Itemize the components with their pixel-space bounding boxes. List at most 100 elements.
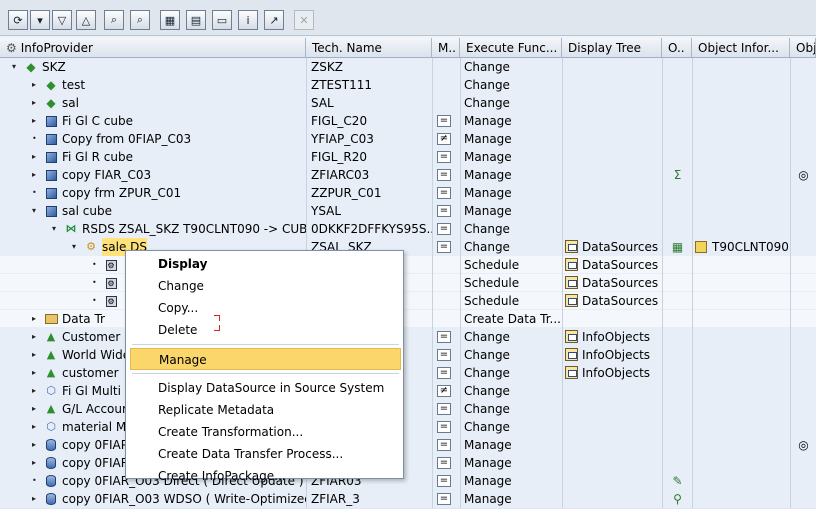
row-execute-function[interactable]: Manage <box>460 454 562 472</box>
layout-button[interactable]: ▤ <box>186 10 206 30</box>
collapse-arrow-icon[interactable]: ▸ <box>32 328 42 346</box>
collapse-arrow-icon[interactable]: ▸ <box>32 76 42 94</box>
row-execute-function[interactable]: Change <box>460 94 562 112</box>
tree-row[interactable]: ▸ ◆ sal SAL Change <box>0 94 816 112</box>
row-name[interactable]: material Mu <box>62 418 134 436</box>
row-name[interactable]: Customer n <box>62 328 132 346</box>
row-execute-function[interactable]: Manage <box>460 436 562 454</box>
menu-item-delete[interactable]: Delete <box>130 319 401 341</box>
tree-row[interactable]: ▸ ▲ World Wide = Change InfoObjects <box>0 346 816 364</box>
row-display-tree[interactable]: DataSources <box>562 256 662 274</box>
settings-button[interactable]: ▦ <box>160 10 180 30</box>
tree-row[interactable]: •⚙...GE...ScheduleDataSources <box>0 274 816 292</box>
expand-arrow-icon[interactable]: ▾ <box>52 220 62 238</box>
row-name[interactable]: Data Tr <box>62 310 105 328</box>
menu-item-create-transformation[interactable]: Create Transformation... <box>130 421 401 443</box>
jump-button[interactable]: ↗ <box>264 10 284 30</box>
collapse-arrow-icon[interactable]: ▸ <box>32 310 42 328</box>
row-name[interactable]: copy 0FIAP <box>62 436 128 454</box>
collapse-arrow-icon[interactable]: ▸ <box>32 382 42 400</box>
tree-row[interactable]: • Copy from 0FIAP_C03 YFIAP_C03 ≠ Manage <box>0 130 816 148</box>
row-name[interactable]: Fi Gl R cube <box>62 148 133 166</box>
row-display-tree[interactable]: InfoObjects <box>562 346 662 364</box>
row-name[interactable]: copy FIAR_C03 <box>62 166 151 184</box>
row-execute-function[interactable]: Change <box>460 418 562 436</box>
row-name[interactable]: copy 0FIAR_O03 WDSO ( Write-Optimized <box>62 490 306 508</box>
row-obj-icon[interactable]: ◎ <box>790 166 816 184</box>
tree-row[interactable]: ▸ ▲ G/L Accour = Change <box>0 400 816 418</box>
close-button[interactable]: ✕ <box>294 10 314 30</box>
row-name[interactable]: Fi Gl Multi p <box>62 382 132 400</box>
row-execute-function[interactable]: Manage <box>460 472 562 490</box>
row-execute-function[interactable]: Change <box>460 346 562 364</box>
tree-row[interactable]: •⚙...4J...ScheduleDataSources <box>0 256 816 274</box>
collapse-arrow-icon[interactable]: ▸ <box>32 148 42 166</box>
column-o[interactable]: O.. <box>662 38 692 58</box>
row-name[interactable]: Fi Gl C cube <box>62 112 133 130</box>
tree-row[interactable]: ▸ copy 0FIAR = Manage <box>0 454 816 472</box>
row-display-tree[interactable]: DataSources <box>562 274 662 292</box>
row-name[interactable]: test <box>62 76 85 94</box>
row-execute-function[interactable]: Change <box>460 58 562 76</box>
row-execute-function[interactable]: Create Data Tr... <box>460 310 562 328</box>
filter-button[interactable]: ▾ <box>30 10 50 30</box>
info-button[interactable]: i <box>238 10 258 30</box>
row-name[interactable]: copy 0FIAR <box>62 454 129 472</box>
row-execute-function[interactable]: Manage <box>460 130 562 148</box>
tree-row[interactable]: ▸ copy 0FIAR_O03 WDSO ( Write-Optimized ZF… <box>0 490 816 508</box>
column-execute-function[interactable]: Execute Func... <box>460 38 562 58</box>
row-execute-function[interactable]: Change <box>460 328 562 346</box>
tree-row[interactable]: ▸ ⬡ Fi Gl Multi p ≠ Change <box>0 382 816 400</box>
menu-item-manage[interactable]: Manage <box>130 348 401 370</box>
row-obj-icon[interactable]: ◎ <box>790 436 816 454</box>
row-execute-function[interactable]: Change <box>460 76 562 94</box>
row-name[interactable]: copy frm ZPUR_C01 <box>62 184 181 202</box>
tree-row[interactable]: ▸ copy 0FIAP = Manage ◎ <box>0 436 816 454</box>
tree-row[interactable]: ▸ Fi Gl R cube FIGL_R20 = Manage <box>0 148 816 166</box>
tree-row[interactable]: ▸ ▲ customer = Change InfoObjects <box>0 364 816 382</box>
collapse-arrow-icon[interactable]: ▸ <box>32 454 42 472</box>
row-name[interactable]: sal cube <box>62 202 112 220</box>
row-execute-function[interactable]: Manage <box>460 148 562 166</box>
collapse-arrow-icon[interactable]: ▸ <box>32 490 42 508</box>
row-execute-function[interactable]: Manage <box>460 184 562 202</box>
tree-row[interactable]: ▾ sal cube YSAL = Manage <box>0 202 816 220</box>
menu-item-change[interactable]: Change <box>130 275 401 297</box>
row-name[interactable]: Copy from 0FIAP_C03 <box>62 130 191 148</box>
expand-arrow-icon[interactable]: ▾ <box>32 202 42 220</box>
collapse-arrow-icon[interactable]: ▸ <box>32 418 42 436</box>
collapse-arrow-icon[interactable]: ▸ <box>32 364 42 382</box>
collapse-arrow-icon[interactable]: ▸ <box>32 400 42 418</box>
row-execute-function[interactable]: Manage <box>460 112 562 130</box>
tree-row[interactable]: • copy frm ZPUR_C01 ZZPUR_C01 = Manage <box>0 184 816 202</box>
tree-row[interactable]: ▾ ⚙ sale DS ZSAL_SKZ = Change DataSources ▦ T90C… <box>0 238 816 256</box>
tree-row[interactable]: •⚙...28...ScheduleDataSources <box>0 292 816 310</box>
tree-row[interactable]: ▾ ⋈ RSDS ZSAL_SKZ T90CLNT090 -> CUBE 0DKKF2… <box>0 220 816 238</box>
row-display-tree[interactable]: InfoObjects <box>562 364 662 382</box>
refresh-button[interactable]: ⟳ <box>8 10 28 30</box>
row-execute-function[interactable]: Schedule <box>460 292 562 310</box>
menu-item-create-infopackage[interactable]: Create InfoPackage... <box>130 465 401 487</box>
row-o-icon[interactable]: ▦ <box>662 238 692 256</box>
row-execute-function[interactable]: Change <box>460 382 562 400</box>
collapse-arrow-icon[interactable]: ▸ <box>32 436 42 454</box>
column-display-tree[interactable]: Display Tree <box>562 38 662 58</box>
collapse-arrow-icon[interactable]: ▸ <box>32 166 42 184</box>
tree-row[interactable]: ▸ Fi Gl C cube FIGL_C20 = Manage <box>0 112 816 130</box>
menu-item-copy[interactable]: Copy... <box>130 297 401 319</box>
menu-item-display[interactable]: Display <box>130 253 401 275</box>
row-o-icon[interactable]: Σ <box>662 166 692 184</box>
row-o-icon[interactable]: ⚲ <box>662 490 692 508</box>
row-execute-function[interactable]: Manage <box>460 490 562 508</box>
tree-row[interactable]: • copy 0FIAR_O03 Direct ( Direct Update )… <box>0 472 816 490</box>
tree-row[interactable]: ▸ Data Tr Create Data Tr... <box>0 310 816 328</box>
column-infoprovider[interactable]: ⚙ InfoProvider <box>0 38 306 58</box>
row-execute-function[interactable]: Schedule <box>460 274 562 292</box>
expand-button[interactable]: ▽ <box>52 10 72 30</box>
tree-row[interactable]: ▸ ▲ Customer n = Change InfoObjects <box>0 328 816 346</box>
row-name[interactable]: customer <box>62 364 119 382</box>
row-execute-function[interactable]: Schedule <box>460 256 562 274</box>
row-name[interactable]: SKZ <box>42 58 66 76</box>
row-name[interactable]: World Wide <box>62 346 130 364</box>
collapse-arrow-icon[interactable]: ▸ <box>32 94 42 112</box>
